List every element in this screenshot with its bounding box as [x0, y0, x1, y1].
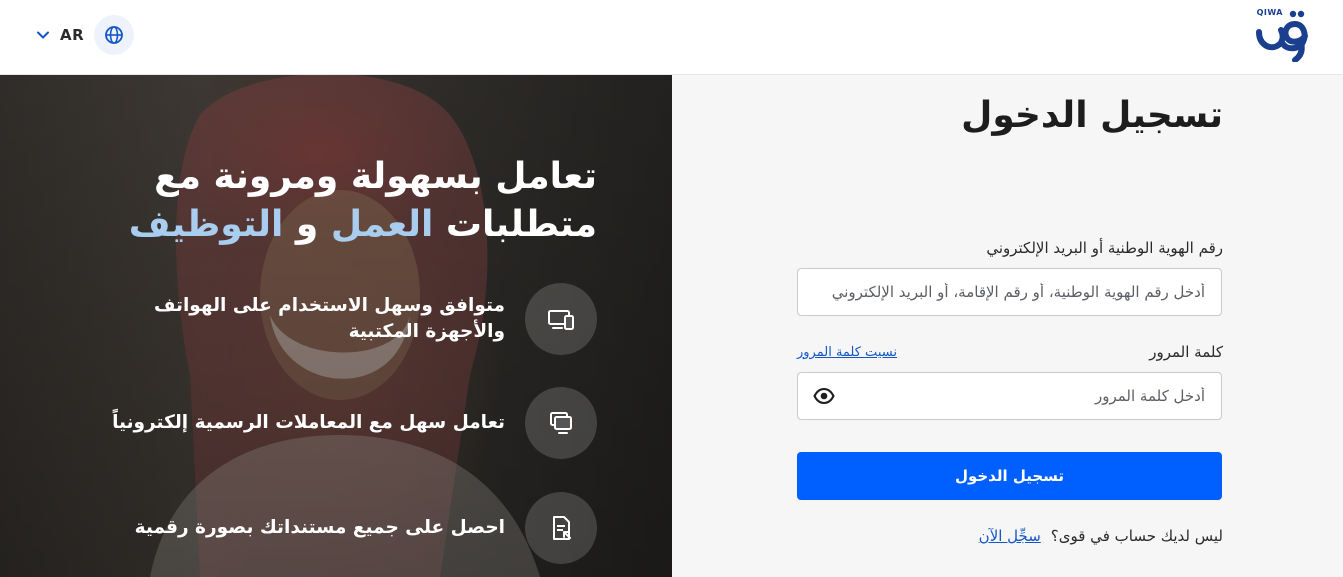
eye-icon[interactable]	[798, 373, 850, 419]
login-panel	[672, 75, 1343, 577]
monitor-icon	[525, 387, 597, 459]
hero-title-highlight-employment: التوظيف	[128, 204, 284, 245]
password-input[interactable]	[850, 373, 1221, 419]
top-header: AR QIWA	[0, 0, 1343, 75]
login-button[interactable]: تسجيل الدخول	[797, 452, 1222, 500]
hero-title: تعامل بسهولة ومرونة مع متطلبات العمل و ا…	[77, 153, 597, 249]
id-field[interactable]	[797, 268, 1222, 316]
page-title: تسجيل الدخول	[961, 95, 1223, 136]
feature-item-transactions: تعامل سهل مع المعاملات الرسمية إلكترونيا…	[77, 387, 597, 459]
hero-title-word: متطلبات	[445, 204, 597, 245]
password-field[interactable]	[797, 372, 1222, 420]
language-code[interactable]: AR	[60, 26, 84, 44]
language-switcher[interactable]: AR	[34, 15, 135, 55]
hero-title-line1: تعامل بسهولة ومرونة مع	[154, 156, 597, 197]
feature-text: متوافق وسهل الاستخدام على الهواتف والأجه…	[153, 295, 505, 342]
devices-icon	[525, 283, 597, 355]
password-field-label: كلمة المرور	[1149, 343, 1223, 361]
id-input[interactable]	[798, 269, 1221, 315]
qiwa-logo[interactable]: QIWA	[1253, 8, 1315, 63]
register-link[interactable]: سجِّل الآن	[979, 527, 1041, 545]
feature-text: احصل على جميع مستنداتك بصورة رقمية	[134, 517, 505, 538]
hero-title-word: و	[295, 204, 319, 245]
logo-text: QIWA	[1256, 8, 1283, 17]
hero-title-highlight-work: العمل	[330, 204, 434, 245]
hero-panel: تعامل بسهولة ومرونة مع متطلبات العمل و ا…	[0, 75, 672, 577]
globe-icon[interactable]	[94, 15, 135, 55]
feature-text: تعامل سهل مع المعاملات الرسمية إلكترونيا…	[112, 412, 505, 433]
forgot-password-link[interactable]: نسيت كلمة المرور	[797, 345, 897, 360]
chevron-down-icon[interactable]	[34, 26, 52, 44]
feature-item-documents: احصل على جميع مستنداتك بصورة رقمية	[77, 492, 597, 564]
feature-item-devices: متوافق وسهل الاستخدام على الهواتف والأجه…	[77, 283, 597, 355]
hero-title-line2: متطلبات العمل و التوظيف	[77, 201, 597, 249]
id-field-label: رقم الهوية الوطنية أو البريد الإلكتروني	[986, 239, 1223, 257]
signup-prompt: ليس لديك حساب في قوى؟ سجِّل الآن	[979, 527, 1223, 545]
document-icon	[525, 492, 597, 564]
no-account-text: ليس لديك حساب في قوى؟	[1050, 527, 1223, 545]
